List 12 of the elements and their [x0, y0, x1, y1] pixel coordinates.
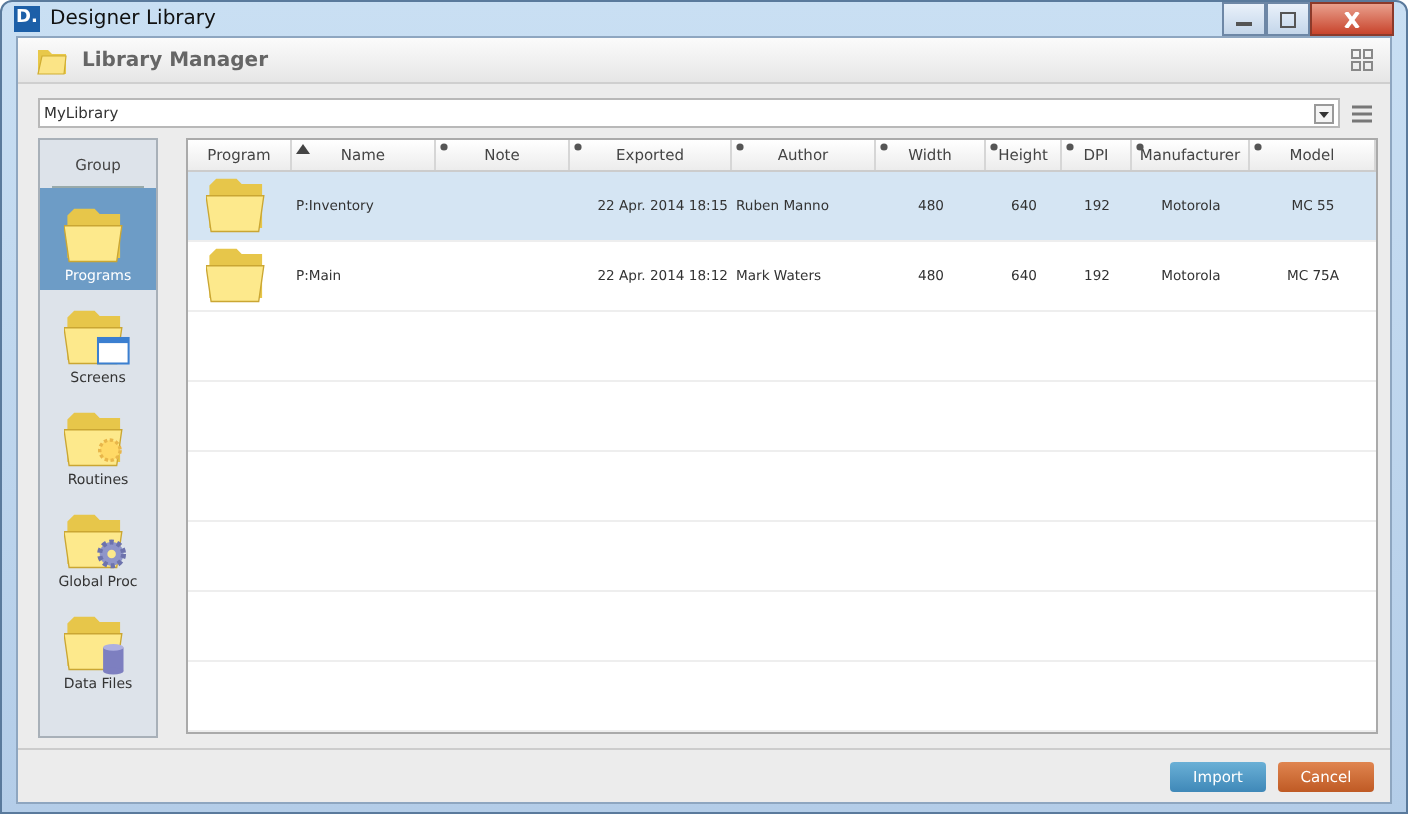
panel-title: Library Manager [82, 49, 271, 71]
maximize-icon [1278, 11, 1298, 27]
minimize-button[interactable] [1222, 2, 1266, 36]
maximize-button[interactable] [1266, 2, 1310, 36]
grid-icon[interactable] [1350, 48, 1374, 72]
folder-gear-icon [64, 510, 132, 574]
folder-window-icon [64, 306, 132, 370]
app-logo: D. [14, 6, 40, 32]
close-button[interactable] [1310, 2, 1394, 36]
menu-icon[interactable] [1350, 103, 1374, 123]
window-title: Designer Library [50, 8, 218, 30]
close-icon [1342, 11, 1362, 27]
